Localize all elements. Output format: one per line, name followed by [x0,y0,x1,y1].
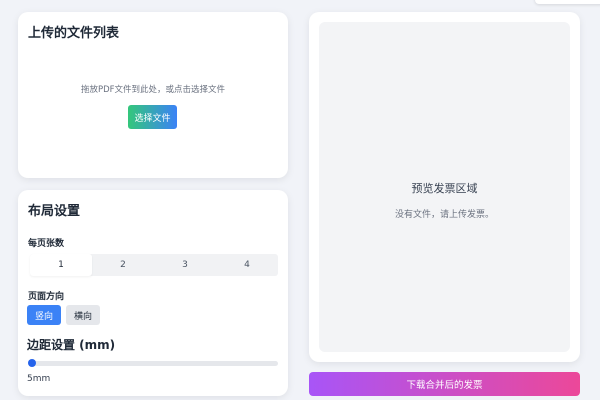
dropzone-text[interactable]: 拖放PDF文件到此处，或点击选择文件 [18,83,288,95]
preview-title: 预览发票区域 [411,182,478,195]
preview-area: 预览发票区域 没有文件，请上传发票。 [319,22,570,352]
upload-card: 上传的文件列表 拖放PDF文件到此处，或点击选择文件 选择文件 [18,12,288,178]
pages-option-2[interactable]: 2 [92,254,154,276]
pages-per-sheet-label: 每页张数 [28,239,65,249]
upload-title: 上传的文件列表 [28,26,120,41]
orientation-portrait-button[interactable]: 竖向 [27,305,61,325]
margin-value: 5mm [27,374,51,384]
orientation-landscape-button[interactable]: 横向 [66,305,100,325]
margin-settings-label: 边距设置 (mm) [27,338,116,352]
preview-empty-text: 没有文件，请上传发票。 [394,210,494,220]
download-merged-button[interactable]: 下载合并后的发票 [309,372,580,396]
margin-slider-track[interactable] [30,361,278,366]
preview-card: 预览发票区域 没有文件，请上传发票。 [309,12,580,362]
pages-per-sheet-selector: 1 2 3 4 [30,254,278,276]
pages-option-3[interactable]: 3 [154,254,216,276]
pages-option-4[interactable]: 4 [216,254,278,276]
top-corner-widget [535,0,600,4]
orientation-label: 页面方向 [28,292,65,302]
layout-settings-card: 布局设置 每页张数 1 2 3 4 页面方向 竖向 横向 边距设置 (mm) 5… [18,190,288,396]
pages-option-1[interactable]: 1 [30,254,92,276]
margin-slider-thumb[interactable] [28,359,36,367]
choose-file-button[interactable]: 选择文件 [128,105,177,129]
layout-title: 布局设置 [28,204,81,219]
